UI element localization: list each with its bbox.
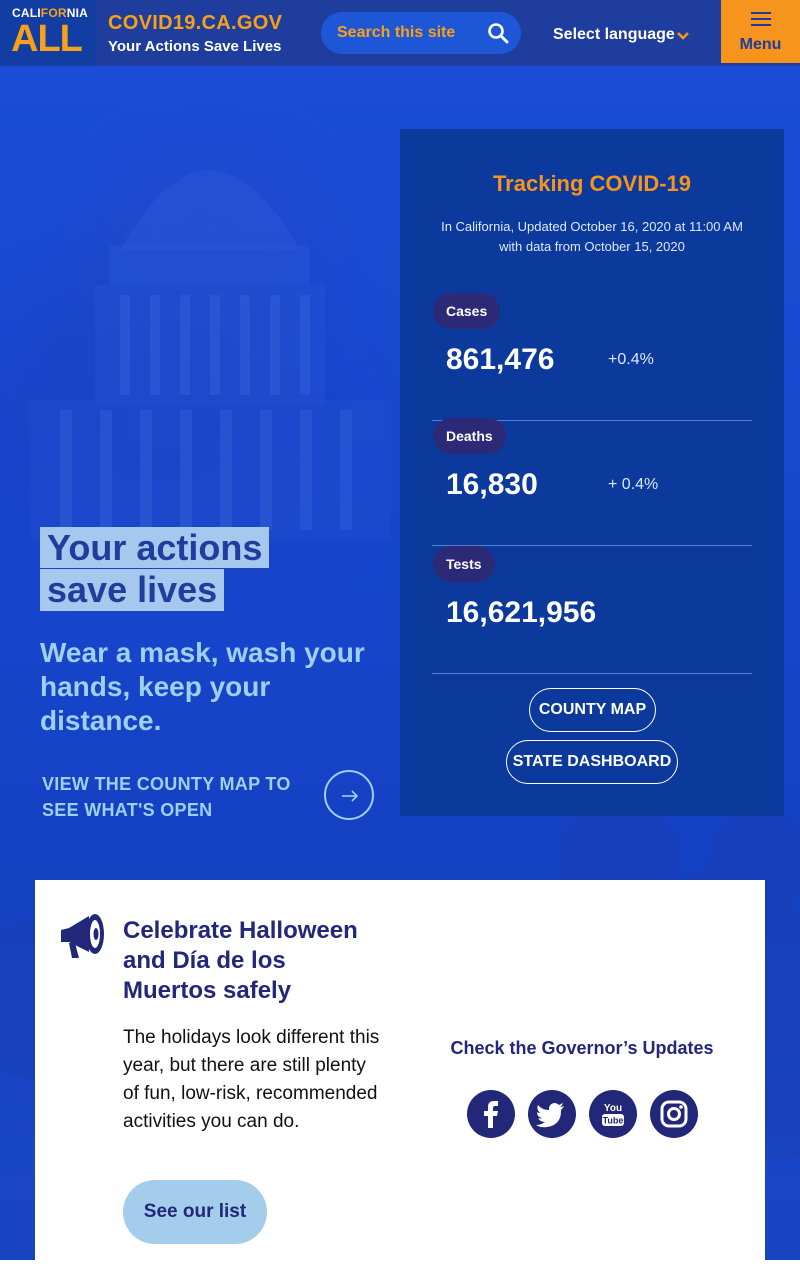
facebook-icon bbox=[484, 1101, 498, 1128]
hero-subtitle: Wear a mask, wash your hands, keep your … bbox=[40, 637, 365, 736]
hero-title-line2: save lives bbox=[40, 569, 225, 611]
site-subtitle: Your Actions Save Lives bbox=[108, 38, 282, 55]
svg-text:Tube: Tube bbox=[603, 1116, 624, 1126]
megaphone-icon bbox=[61, 914, 104, 958]
logo-text-all: ALL bbox=[11, 18, 83, 60]
stat-value: 16,830 bbox=[446, 468, 538, 501]
hamburger-icon bbox=[751, 12, 771, 26]
instagram-button[interactable] bbox=[650, 1090, 698, 1138]
california-for-all-logo[interactable]: CALIFORNIA ALL bbox=[0, 0, 96, 66]
stat-tests: Tests 16,621,956 bbox=[432, 546, 752, 674]
update-timestamp: In California, Updated October 16, 2020 … bbox=[441, 219, 743, 254]
stat-value: 16,621,956 bbox=[446, 596, 597, 629]
youtube-button[interactable]: You Tube bbox=[589, 1090, 637, 1138]
site-title[interactable]: COVID19.CA.GOV bbox=[108, 12, 282, 35]
youtube-icon: You Tube bbox=[602, 1103, 624, 1126]
county-map-link[interactable]: VIEW THE COUNTY MAP TO SEE WHAT'S OPEN bbox=[42, 771, 312, 823]
card-body: The holidays look different this year, b… bbox=[123, 1027, 380, 1132]
tracking-title: Tracking COVID-19 bbox=[492, 171, 692, 196]
search-input[interactable]: Search this site bbox=[321, 12, 521, 54]
county-map-button[interactable]: COUNTY MAP bbox=[529, 688, 656, 732]
site-header: CALIFORNIA ALL COVID19.CA.GOV Your Actio… bbox=[0, 0, 800, 66]
language-select[interactable]: Select language bbox=[553, 26, 675, 44]
search-icon[interactable] bbox=[487, 22, 509, 44]
chevron-down-icon[interactable] bbox=[676, 30, 690, 42]
menu-button[interactable]: Menu bbox=[721, 0, 800, 63]
facebook-button[interactable] bbox=[467, 1090, 515, 1138]
stat-cases: Cases 861,476 +0.4% bbox=[432, 293, 752, 421]
stat-label: Tests bbox=[433, 546, 495, 582]
arrow-right-button[interactable] bbox=[324, 770, 374, 820]
see-our-list-button[interactable]: See our list bbox=[123, 1180, 267, 1244]
arrow-right-icon bbox=[342, 790, 359, 802]
twitter-icon bbox=[536, 1103, 564, 1128]
stat-value: 861,476 bbox=[446, 343, 555, 376]
covid-tracking-panel: Tracking COVID-19 In California, Updated… bbox=[400, 129, 784, 816]
stat-deaths: Deaths 16,830 + 0.4% bbox=[432, 418, 752, 546]
stat-label: Deaths bbox=[433, 418, 506, 454]
stat-change: +0.4% bbox=[608, 351, 654, 368]
hero-title: Your actions save lives bbox=[40, 527, 270, 611]
twitter-button[interactable] bbox=[528, 1090, 576, 1138]
stat-change: + 0.4% bbox=[608, 476, 659, 493]
state-dashboard-button[interactable]: STATE DASHBOARD bbox=[506, 740, 678, 784]
card-heading: Celebrate Halloween and Día de los Muert… bbox=[123, 917, 358, 1004]
governor-updates-label: Check the Governor’s Updates bbox=[450, 1038, 714, 1058]
menu-label: Menu bbox=[739, 36, 782, 53]
search-placeholder: Search this site bbox=[337, 24, 456, 41]
halloween-card: Celebrate Halloween and Día de los Muert… bbox=[35, 880, 765, 1280]
stat-label: Cases bbox=[433, 293, 501, 329]
instagram-icon bbox=[660, 1100, 688, 1128]
hero-title-line1: Your actions bbox=[40, 527, 270, 568]
svg-text:You: You bbox=[604, 1103, 622, 1114]
